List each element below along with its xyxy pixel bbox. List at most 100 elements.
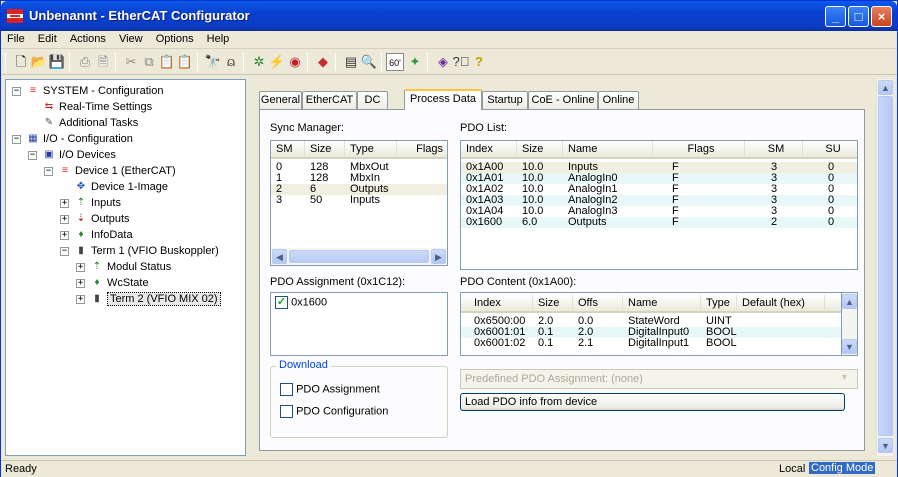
tab-general[interactable]: General	[259, 91, 302, 109]
menu-view[interactable]: View	[114, 31, 148, 45]
tree-item[interactable]: ≡ SYSTEM - Configuration	[26, 83, 163, 99]
pdo-header-flags[interactable]: Flags	[653, 141, 745, 158]
menu-actions[interactable]: Actions	[65, 31, 111, 45]
expand-icon[interactable]: +	[60, 199, 69, 208]
pdo-assignment-list[interactable]: ✓ 0x1600	[270, 292, 448, 356]
close-button[interactable]: ×	[871, 6, 892, 27]
maximize-button[interactable]: □	[848, 6, 869, 27]
device-wizard-icon[interactable]: ✦	[406, 53, 424, 71]
tree-item[interactable]: ♦ InfoData	[74, 227, 132, 243]
tab-process-data[interactable]: Process Data	[404, 89, 482, 110]
mapping-icon[interactable]: ◈	[434, 53, 452, 71]
scroll-up-icon[interactable]: ▲	[878, 80, 893, 95]
checkbox-checked-icon[interactable]: ✓	[275, 296, 288, 309]
collapse-icon[interactable]: −	[12, 135, 21, 144]
print-icon[interactable]: ⎙	[76, 53, 94, 71]
print-preview-icon[interactable]: 🗎	[94, 53, 112, 71]
save-icon[interactable]: 💾	[48, 53, 66, 71]
pdo-header-sm[interactable]: SM	[745, 141, 803, 158]
reload-icon[interactable]: ⚡	[268, 53, 286, 71]
collapse-icon[interactable]: −	[12, 87, 21, 96]
checkbox-icon[interactable]	[280, 405, 293, 418]
pdo-header-su[interactable]: SU	[803, 141, 857, 158]
new-icon[interactable]: 🗋	[12, 53, 30, 71]
expand-icon[interactable]: +	[76, 279, 85, 288]
zoom-icon[interactable]: 🔍	[360, 53, 378, 71]
collapse-icon[interactable]: −	[44, 167, 53, 176]
expand-icon[interactable]: +	[60, 231, 69, 240]
tree-item[interactable]: ⇡ Inputs	[74, 195, 121, 211]
content-header-type[interactable]: Type	[701, 295, 737, 312]
predefined-pdo-select[interactable]: Predefined PDO Assignment: (none)	[460, 369, 858, 389]
sm-header-size[interactable]: Size	[305, 141, 345, 158]
find-next-icon[interactable]: ⍝	[222, 53, 240, 71]
pdo-list-row[interactable]: 0x1A03 10.0 AnalogIn2 F 3 0	[461, 195, 857, 206]
pdo-list-row[interactable]: 0x1A02 10.0 AnalogIn1 F 3 0	[461, 184, 857, 195]
pdo-content-row[interactable]: 0x6001:02 0.1 2.1 DigitalInput1 BOOL	[461, 338, 841, 349]
tree-item[interactable]: ✥ Device 1-Image	[74, 179, 168, 195]
tree-item[interactable]: ▮ Term 2 (VFIO MIX 02)	[90, 291, 221, 307]
help-icon[interactable]: ?⃞	[452, 53, 470, 71]
content-header-name[interactable]: Name	[623, 295, 701, 312]
sm-header-sm[interactable]: SM	[271, 141, 305, 158]
device-tree[interactable]: − ≡ SYSTEM - Configuration ⇆ Real-Time Setti…	[5, 79, 246, 456]
tab-startup[interactable]: Startup	[482, 91, 528, 109]
tree-item[interactable]: ✎ Additional Tasks	[42, 115, 139, 131]
download-pdo-configuration[interactable]: PDO Configuration	[280, 405, 388, 418]
scroll-down-icon[interactable]: ▼	[842, 339, 857, 354]
tree-item[interactable]: ▮ Term 1 (VFIO Buskoppler)	[74, 243, 219, 259]
sm-header-flags[interactable]: Flags	[397, 141, 447, 158]
sm-horizontal-scrollbar[interactable]: ◀ ▶	[271, 248, 447, 265]
scroll-up-icon[interactable]: ▲	[842, 294, 857, 309]
paste-special-icon[interactable]: 📋	[176, 53, 194, 71]
about-icon[interactable]: ?	[470, 53, 488, 71]
menu-options[interactable]: Options	[151, 31, 199, 45]
content-header-index[interactable]: Index	[469, 295, 533, 312]
sync-manager-row[interactable]: 3 50 Inputs	[271, 195, 447, 206]
scan-devices-icon[interactable]: ✲	[250, 53, 268, 71]
tree-item[interactable]: ≡ Device 1 (EtherCAT)	[58, 163, 176, 179]
content-header-offs[interactable]: Offs	[573, 295, 623, 312]
pdo-list[interactable]: Index Size Name Flags SM SU 0x1A00 10.0 In…	[460, 140, 858, 270]
tab-ethercat[interactable]: EtherCAT	[302, 91, 357, 109]
toggle-free-run-icon[interactable]: ◉	[286, 53, 304, 71]
open-icon[interactable]: 📂	[30, 53, 48, 71]
scroll-left-icon[interactable]: ◀	[272, 249, 287, 264]
content-header-default[interactable]: Default (hex)	[737, 295, 825, 312]
main-vertical-scrollbar[interactable]: ▲ ▼	[876, 79, 893, 456]
checkbox-icon[interactable]	[280, 383, 293, 396]
tree-item[interactable]: ▣ I/O Devices	[42, 147, 116, 163]
scroll-down-icon[interactable]: ▼	[878, 438, 893, 453]
pdo-list-row[interactable]: 0x1A00 10.0 Inputs F 3 0	[461, 162, 857, 173]
pdo-header-index[interactable]: Index	[461, 141, 517, 158]
tree-item[interactable]: ⇆ Real-Time Settings	[42, 99, 152, 115]
collapse-icon[interactable]: −	[28, 151, 37, 160]
title-bar[interactable]: Unbenannt - EtherCAT Configurator _ □ ×	[1, 1, 897, 31]
show-online-icon[interactable]: ◆	[314, 53, 332, 71]
sm-header-type[interactable]: Type	[345, 141, 397, 158]
menu-edit[interactable]: Edit	[33, 31, 62, 45]
pdo-content-list[interactable]: Index Size Offs Name Type Default (hex) …	[460, 292, 842, 356]
main-scroll-thumb[interactable]	[878, 96, 893, 436]
copy-icon[interactable]: ⧉	[140, 53, 158, 71]
show-process-image-icon[interactable]: ▤	[342, 53, 360, 71]
pdo-header-name[interactable]: Name	[563, 141, 653, 158]
menu-help[interactable]: Help	[202, 31, 235, 45]
minimize-button[interactable]: _	[825, 6, 846, 27]
sm-scroll-thumb[interactable]	[289, 250, 429, 263]
collapse-icon[interactable]: −	[60, 247, 69, 256]
paste-icon[interactable]: 📋	[158, 53, 176, 71]
tree-item[interactable]: ⇣ Outputs	[74, 211, 130, 227]
expand-icon[interactable]: +	[76, 263, 85, 272]
expand-icon[interactable]: +	[60, 215, 69, 224]
pdo-header-size[interactable]: Size	[517, 141, 563, 158]
pdo-list-row[interactable]: 0x1A04 10.0 AnalogIn3 F 3 0	[461, 206, 857, 217]
tab-online[interactable]: Online	[598, 91, 639, 109]
pdo-list-row[interactable]: 0x1600 6.0 Outputs F 2 0	[461, 217, 857, 228]
menu-file[interactable]: File	[1, 31, 30, 45]
download-pdo-assignment[interactable]: PDO Assignment	[280, 383, 380, 396]
tree-item[interactable]: ▦ I/O - Configuration	[26, 131, 133, 147]
pdo-assignment-item[interactable]: ✓ 0x1600	[275, 296, 327, 309]
scroll-right-icon[interactable]: ▶	[431, 249, 446, 264]
find-icon[interactable]: 🔭	[204, 53, 222, 71]
